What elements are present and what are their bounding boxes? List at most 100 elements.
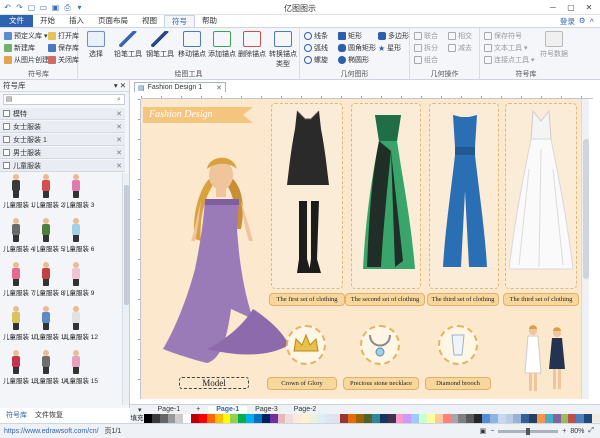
pin-icon[interactable]: ▾ <box>114 81 118 90</box>
symbol-item[interactable]: 儿童服装 11 <box>33 305 68 341</box>
document-tab[interactable]: ▤ Fashion Design 1 ✕ <box>134 82 226 92</box>
library-scrollbar[interactable] <box>122 173 129 405</box>
intersect-button[interactable]: 相交 <box>448 31 472 41</box>
library-category[interactable]: 女士服装 1 ✕ <box>0 134 125 146</box>
maximize-icon[interactable]: ▢ <box>562 1 580 14</box>
redo-icon[interactable]: ↷ <box>15 3 24 12</box>
library-menu-icon[interactable]: ▤ <box>4 95 14 104</box>
save-symbol-button[interactable]: 保存符号 <box>484 31 522 41</box>
panel-close-icon[interactable]: ✕ <box>120 81 126 90</box>
line-tool[interactable]: 线条 <box>304 31 328 41</box>
color-swatch[interactable] <box>356 414 365 423</box>
brooch-accessory[interactable] <box>438 325 478 365</box>
color-swatch[interactable] <box>222 414 231 423</box>
necklace-accessory[interactable] <box>360 325 400 365</box>
delete-anchor-button[interactable]: 删除锚点 <box>238 31 266 59</box>
zoom-in-icon[interactable]: + <box>562 428 566 435</box>
new-icon[interactable]: ▢ <box>27 3 36 12</box>
polygon-tool[interactable]: 多边形 <box>378 31 409 41</box>
category-close-icon[interactable]: ✕ <box>116 110 122 118</box>
color-swatch[interactable] <box>576 414 585 423</box>
color-swatch[interactable] <box>293 414 302 423</box>
color-swatch[interactable] <box>458 414 467 423</box>
white-gown-outfit[interactable] <box>509 109 573 273</box>
color-swatch[interactable] <box>584 414 592 423</box>
symbol-item[interactable]: 儿童服装 14 <box>33 349 68 385</box>
color-swatch[interactable] <box>199 414 207 423</box>
color-swatch[interactable] <box>175 414 184 423</box>
color-swatch[interactable] <box>238 414 247 423</box>
symbol-item[interactable]: 儿童服装 4 <box>3 217 34 253</box>
symbol-item[interactable]: 儿童服装 10 <box>3 305 38 341</box>
color-swatch[interactable] <box>387 414 396 423</box>
color-swatch[interactable] <box>481 414 490 423</box>
drawing-canvas[interactable]: Fashion Design Model The first set of cl… <box>141 99 581 399</box>
predefined-library-button[interactable]: 预定义库 ▾ <box>4 31 48 41</box>
color-swatch[interactable] <box>261 414 270 423</box>
convert-anchor-button[interactable]: 转换锚点类型 <box>266 31 300 69</box>
color-swatch[interactable] <box>466 414 475 423</box>
tab-page-layout[interactable]: 页面布局 <box>91 15 135 27</box>
close-document-icon[interactable]: ✕ <box>216 84 222 92</box>
color-swatch[interactable] <box>206 414 215 423</box>
black-dress-outfit[interactable] <box>283 109 333 281</box>
connection-point-tool-button[interactable]: 连接点工具 ▾ <box>484 55 535 65</box>
zoom-out-icon[interactable]: − <box>490 428 494 435</box>
add-page-icon[interactable]: + <box>188 406 208 413</box>
symbol-data-button[interactable]: 符号数据 <box>540 31 568 59</box>
library-category[interactable]: 模特 ✕ <box>0 108 125 120</box>
page-nav-icon[interactable]: ▾ <box>130 406 150 414</box>
close-icon[interactable]: ✕ <box>580 1 598 14</box>
settings-icon[interactable]: ⚙ <box>579 16 586 27</box>
color-swatch[interactable] <box>340 414 349 423</box>
more-icon[interactable]: ▾ <box>75 3 84 12</box>
symbol-item[interactable]: 儿童服装 3 <box>63 173 94 209</box>
color-swatch[interactable] <box>395 414 404 423</box>
rounded-rectangle-tool[interactable]: 圆角矩形 <box>338 43 376 53</box>
color-swatch[interactable] <box>552 414 561 423</box>
combine-button[interactable]: 组合 <box>414 55 438 65</box>
arc-tool[interactable]: 弧线 <box>304 43 328 53</box>
select-tool-button[interactable]: 选择 <box>82 31 110 59</box>
spiral-tool[interactable]: 螺旋 <box>304 55 328 65</box>
color-swatch[interactable] <box>497 414 506 423</box>
symbol-item[interactable]: 儿童服装 13 <box>3 349 38 385</box>
zoom-slider-knob[interactable] <box>526 427 531 435</box>
fit-page-icon[interactable]: ▣ <box>480 427 487 435</box>
color-swatch[interactable] <box>560 414 569 423</box>
undo-icon[interactable]: ↶ <box>3 3 12 12</box>
symbol-item[interactable]: 儿童服装 5 <box>33 217 64 253</box>
color-swatch[interactable] <box>529 414 537 423</box>
symbol-item[interactable]: 儿童服装 2 <box>33 173 64 209</box>
tab-insert[interactable]: 插入 <box>62 15 91 27</box>
color-swatch[interactable] <box>277 414 286 423</box>
page-tab[interactable]: Page-3 <box>247 406 286 413</box>
add-anchor-button[interactable]: 添加锚点 <box>208 31 236 59</box>
color-swatch[interactable] <box>379 414 388 423</box>
fullscreen-icon[interactable]: ⤢ <box>588 427 594 435</box>
star-tool[interactable]: ★ 星形 <box>378 43 401 53</box>
union-button[interactable]: 联合 <box>414 31 438 41</box>
color-swatch[interactable] <box>309 414 317 423</box>
color-swatch[interactable] <box>246 414 255 423</box>
color-swatch[interactable] <box>183 414 192 423</box>
open-icon[interactable]: ▭ <box>39 3 48 12</box>
canvas-vertical-scrollbar[interactable] <box>581 99 589 399</box>
library-search-input[interactable] <box>14 95 114 104</box>
website-link[interactable]: https://www.edrawsoft.com/cn/ <box>0 428 99 435</box>
symbol-item[interactable]: 儿童服装 6 <box>63 217 94 253</box>
rectangle-tool[interactable]: 矩形 <box>338 31 362 41</box>
save-icon[interactable]: ▣ <box>51 3 60 12</box>
color-swatch[interactable] <box>214 414 223 423</box>
color-swatch[interactable] <box>371 414 380 423</box>
login-link[interactable]: 登录 <box>560 16 575 27</box>
color-swatch[interactable] <box>434 414 443 423</box>
print-icon[interactable]: ⎙ <box>63 3 72 12</box>
zoom-slider[interactable] <box>498 427 559 435</box>
tab-help[interactable]: 帮助 <box>195 15 224 27</box>
pencil-tool-button[interactable]: 铅笔工具 <box>114 31 142 59</box>
blue-jumpsuit-outfit[interactable] <box>441 111 489 271</box>
color-swatch[interactable] <box>442 414 451 423</box>
tab-symbol-library[interactable]: 符号库 <box>6 410 27 420</box>
page-tab-active[interactable]: Page-1 <box>208 406 248 413</box>
